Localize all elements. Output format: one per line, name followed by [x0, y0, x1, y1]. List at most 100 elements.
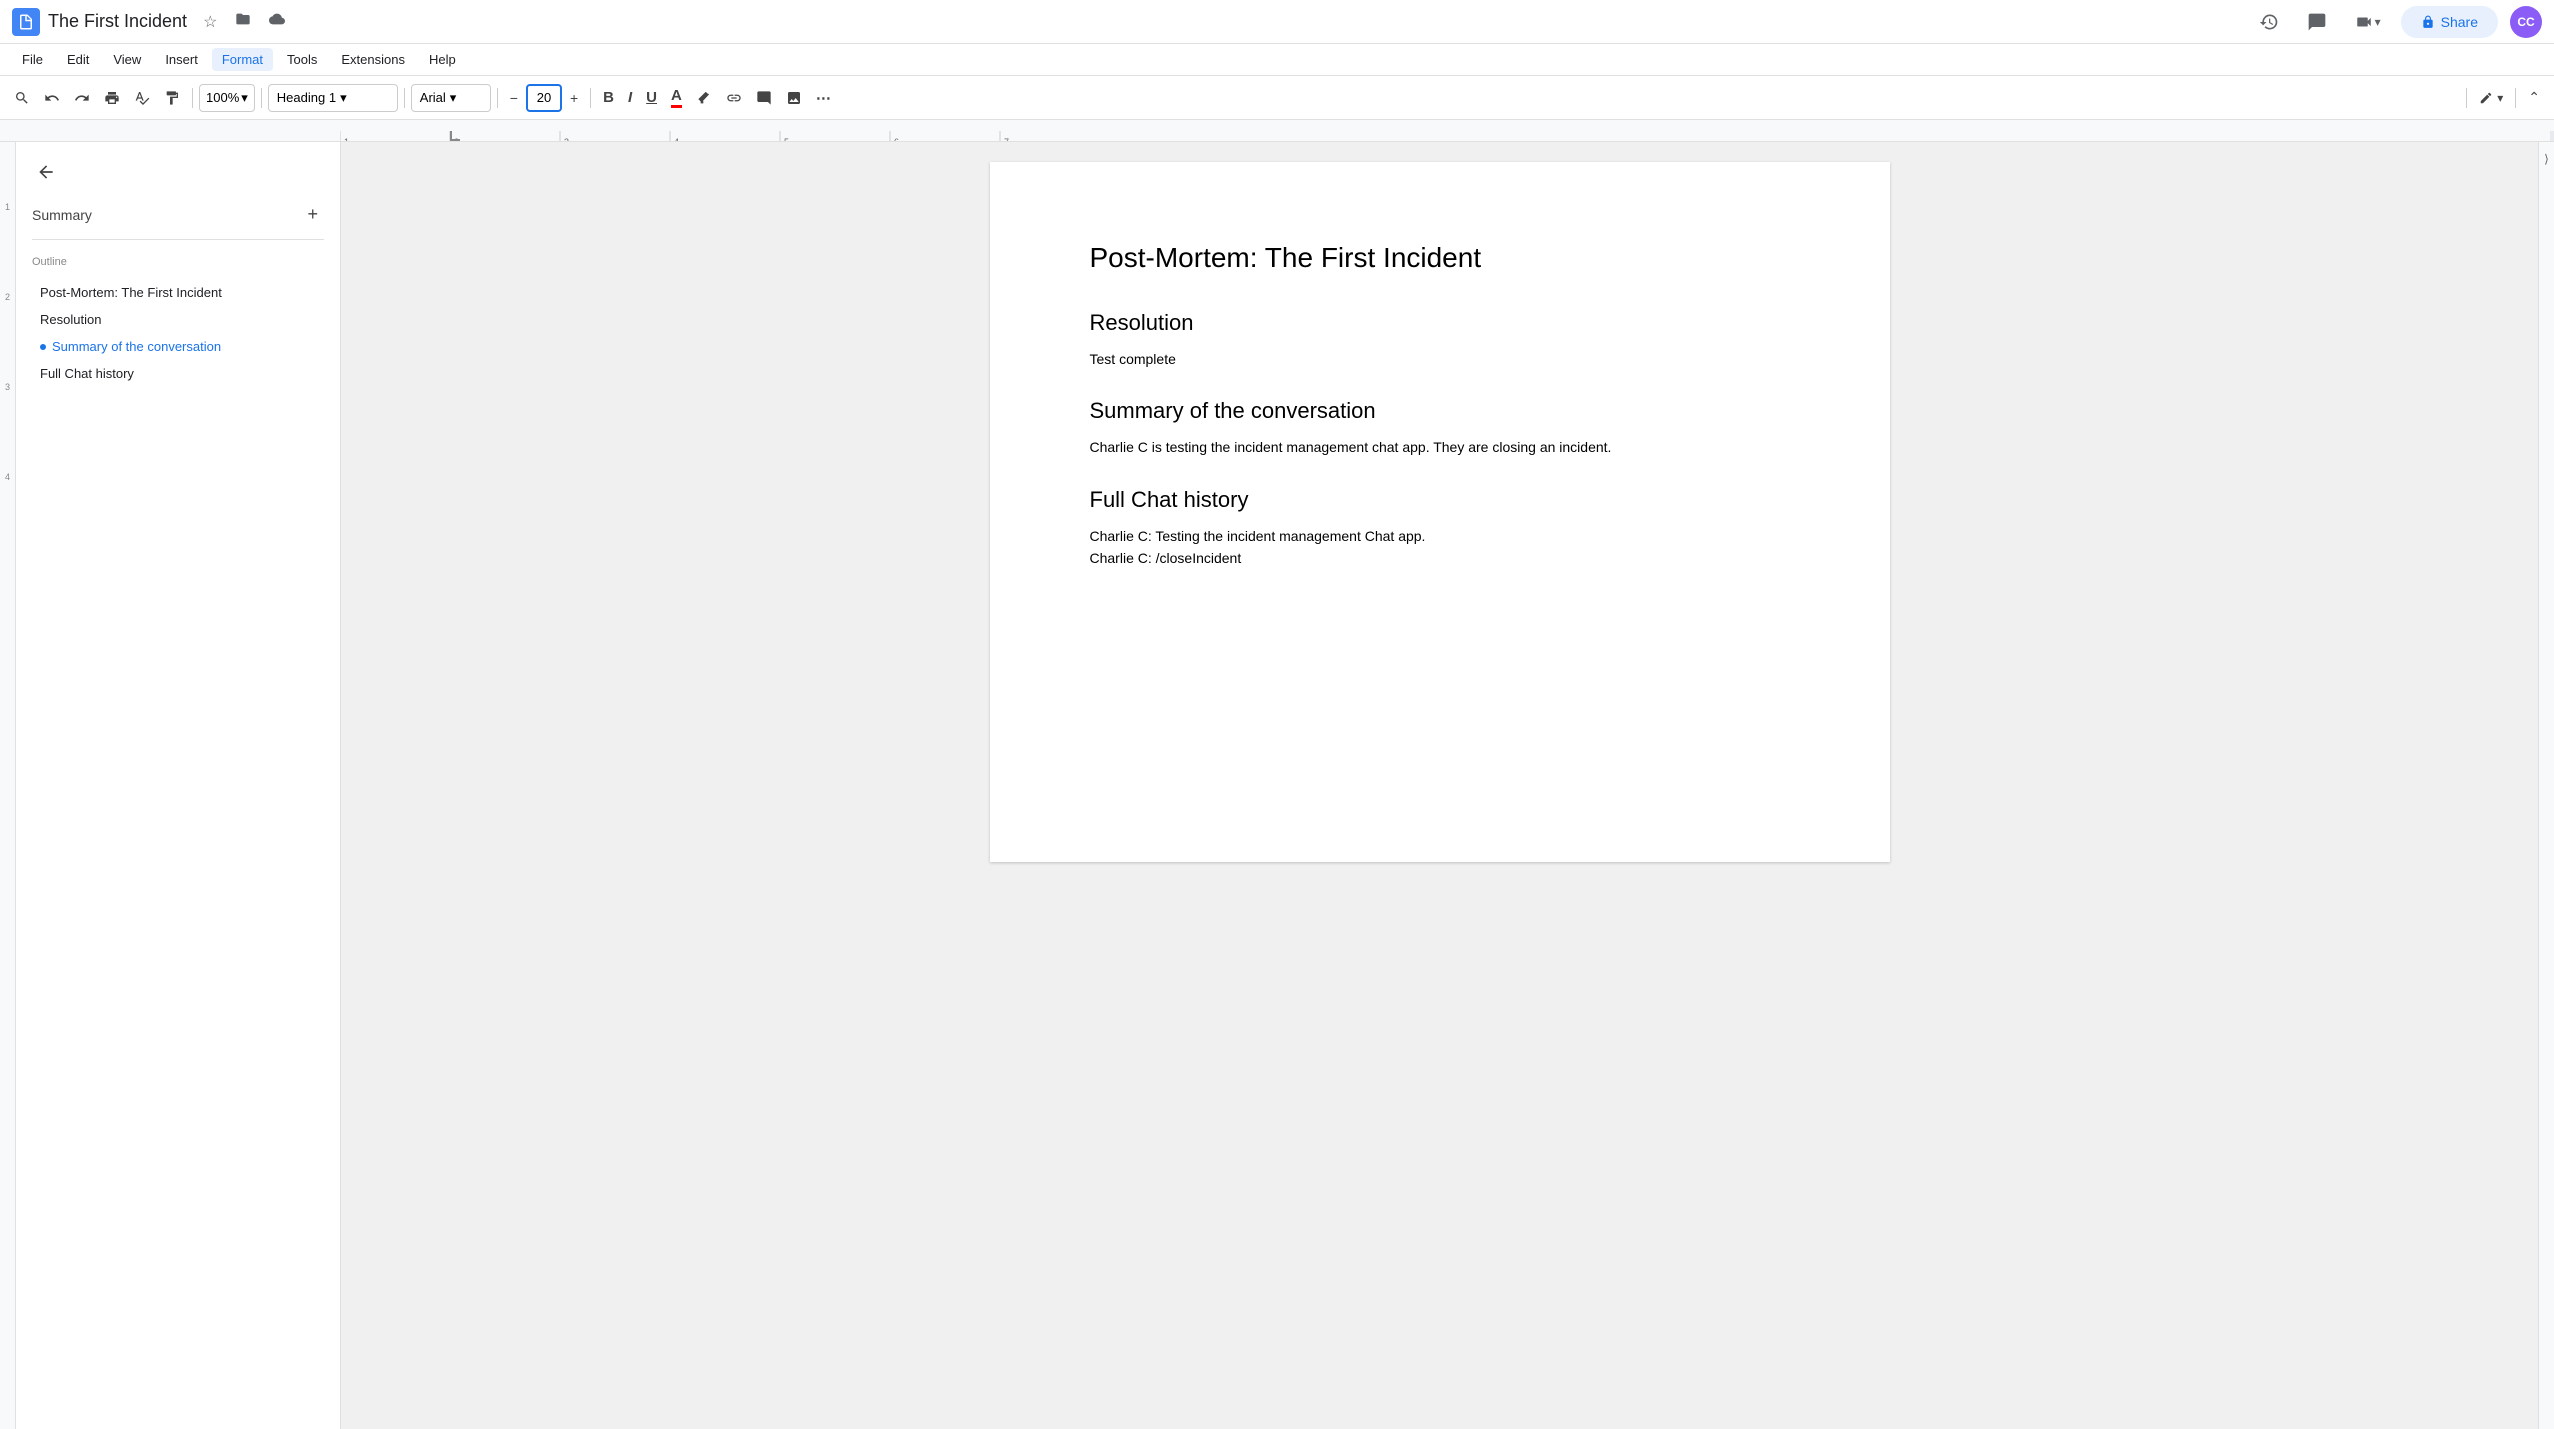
zoom-dropdown-icon: ▾ — [241, 90, 248, 106]
document-title-heading: Post-Mortem: The First Incident — [1090, 242, 1810, 274]
more-options-button[interactable]: ⋯ — [810, 82, 837, 114]
style-dropdown-icon: ▾ — [340, 90, 347, 106]
link-button[interactable] — [720, 82, 748, 114]
svg-text:7: 7 — [1004, 137, 1009, 143]
sidebar-divider — [32, 239, 324, 240]
style-selector[interactable]: Heading 1 ▾ — [268, 84, 398, 112]
edit-mode-button[interactable]: ▾ — [2473, 82, 2509, 114]
ruler: 1 2 3 4 5 6 7 — [0, 120, 2554, 142]
folder-button[interactable] — [231, 7, 255, 36]
section-heading-1: Summary of the conversation — [1090, 398, 1810, 424]
summary-label: Summary — [32, 207, 92, 223]
avatar-initials: CC — [2517, 15, 2534, 29]
add-summary-button[interactable]: + — [301, 202, 324, 227]
menu-bar: File Edit View Insert Format Tools Exten… — [0, 44, 2554, 76]
search-button[interactable] — [8, 82, 36, 114]
paint-format-button[interactable] — [158, 82, 186, 114]
italic-button[interactable]: I — [622, 82, 638, 114]
section-heading-0: Resolution — [1090, 310, 1810, 336]
meet-dropdown: ▾ — [2375, 15, 2381, 29]
menu-format[interactable]: Format — [212, 48, 273, 71]
section-content-0: Test complete — [1090, 348, 1810, 370]
zoom-selector[interactable]: 100% ▾ — [199, 84, 255, 112]
bold-button[interactable]: B — [597, 82, 620, 114]
sidebar-back-button[interactable] — [32, 158, 60, 186]
text-color-button[interactable]: A — [665, 82, 688, 114]
highlight-button[interactable] — [690, 82, 718, 114]
outline-list: Post-Mortem: The First Incident Resoluti… — [32, 280, 324, 386]
zoom-value: 100% — [206, 90, 239, 105]
divider-right — [2466, 88, 2467, 108]
font-size-value: 20 — [537, 90, 551, 105]
sidebar: Summary + Outline Post-Mortem: The First… — [16, 142, 341, 1429]
divider-far-right — [2515, 88, 2516, 108]
main-layout: 1 2 3 4 Summary + Outline Post-Mortem: T… — [0, 142, 2554, 1429]
section-content-1: Charlie C is testing the incident manage… — [1090, 436, 1810, 458]
title-bar: The First Incident ☆ ▾ Share CC — [0, 0, 2554, 44]
font-selector[interactable]: Arial ▾ — [411, 84, 491, 112]
outline-item-0[interactable]: Post-Mortem: The First Incident — [32, 280, 324, 305]
title-icons: ☆ — [199, 7, 289, 36]
toolbar: 100% ▾ Heading 1 ▾ Arial ▾ − 20 + B I U … — [0, 76, 2554, 120]
menu-extensions[interactable]: Extensions — [331, 48, 415, 71]
section-heading-2: Full Chat history — [1090, 487, 1810, 513]
cloud-button[interactable] — [265, 7, 289, 36]
summary-row: Summary + — [32, 202, 324, 227]
right-panel: ⟩ — [2538, 142, 2554, 1429]
text-color-icon: A — [671, 87, 682, 108]
section-content-2: Charlie C: Testing the incident manageme… — [1090, 525, 1810, 570]
outline-item-3-label: Full Chat history — [40, 366, 134, 381]
divider-5 — [590, 88, 591, 108]
spellcheck-button[interactable] — [128, 82, 156, 114]
font-dropdown-icon: ▾ — [450, 90, 457, 106]
print-button[interactable] — [98, 82, 126, 114]
outline-item-1[interactable]: Resolution — [32, 307, 324, 332]
underline-button[interactable]: U — [640, 82, 663, 114]
document-page[interactable]: Post-Mortem: The First Incident Resoluti… — [990, 162, 1890, 862]
font-size-plus-button[interactable]: + — [564, 82, 584, 114]
outline-item-1-label: Resolution — [40, 312, 101, 327]
document-area[interactable]: Post-Mortem: The First Incident Resoluti… — [341, 142, 2538, 1429]
outline-item-3[interactable]: Full Chat history — [32, 361, 324, 386]
menu-help[interactable]: Help — [419, 48, 466, 71]
svg-text:3: 3 — [564, 137, 569, 143]
font-size-input[interactable]: 20 — [526, 84, 562, 112]
comments-toggle-button[interactable] — [2299, 4, 2335, 40]
menu-tools[interactable]: Tools — [277, 48, 327, 71]
collapse-toolbar-button[interactable]: ⌃ — [2522, 82, 2546, 114]
outline-item-2[interactable]: Summary of the conversation — [32, 334, 324, 359]
image-button[interactable] — [780, 82, 808, 114]
star-button[interactable]: ☆ — [199, 8, 221, 36]
document-title: The First Incident — [48, 11, 187, 32]
collapse-right-button[interactable]: ⟩ — [2544, 152, 2549, 166]
svg-text:4: 4 — [674, 137, 679, 143]
divider-3 — [404, 88, 405, 108]
outline-label: Outline — [32, 256, 324, 268]
meet-button[interactable]: ▾ — [2347, 4, 2389, 40]
header-right: ▾ Share CC — [2251, 4, 2542, 40]
outline-active-dot — [40, 344, 46, 350]
svg-text:6: 6 — [894, 137, 899, 143]
menu-edit[interactable]: Edit — [57, 48, 99, 71]
svg-text:1: 1 — [344, 137, 349, 143]
outline-item-0-label: Post-Mortem: The First Incident — [40, 285, 222, 300]
doc-icon — [12, 8, 40, 36]
undo-button[interactable] — [38, 82, 66, 114]
share-label: Share — [2441, 14, 2478, 30]
user-avatar[interactable]: CC — [2510, 6, 2542, 38]
divider-2 — [261, 88, 262, 108]
divider-4 — [497, 88, 498, 108]
outline-item-2-label: Summary of the conversation — [52, 339, 221, 354]
font-value: Arial — [420, 90, 446, 105]
menu-file[interactable]: File — [12, 48, 53, 71]
divider-1 — [192, 88, 193, 108]
comment-button[interactable] — [750, 82, 778, 114]
menu-view[interactable]: View — [103, 48, 151, 71]
font-size-minus-button[interactable]: − — [504, 82, 524, 114]
redo-button[interactable] — [68, 82, 96, 114]
style-value: Heading 1 — [277, 90, 336, 105]
menu-insert[interactable]: Insert — [155, 48, 208, 71]
svg-text:5: 5 — [784, 137, 789, 143]
share-button[interactable]: Share — [2401, 6, 2498, 38]
history-button[interactable] — [2251, 4, 2287, 40]
